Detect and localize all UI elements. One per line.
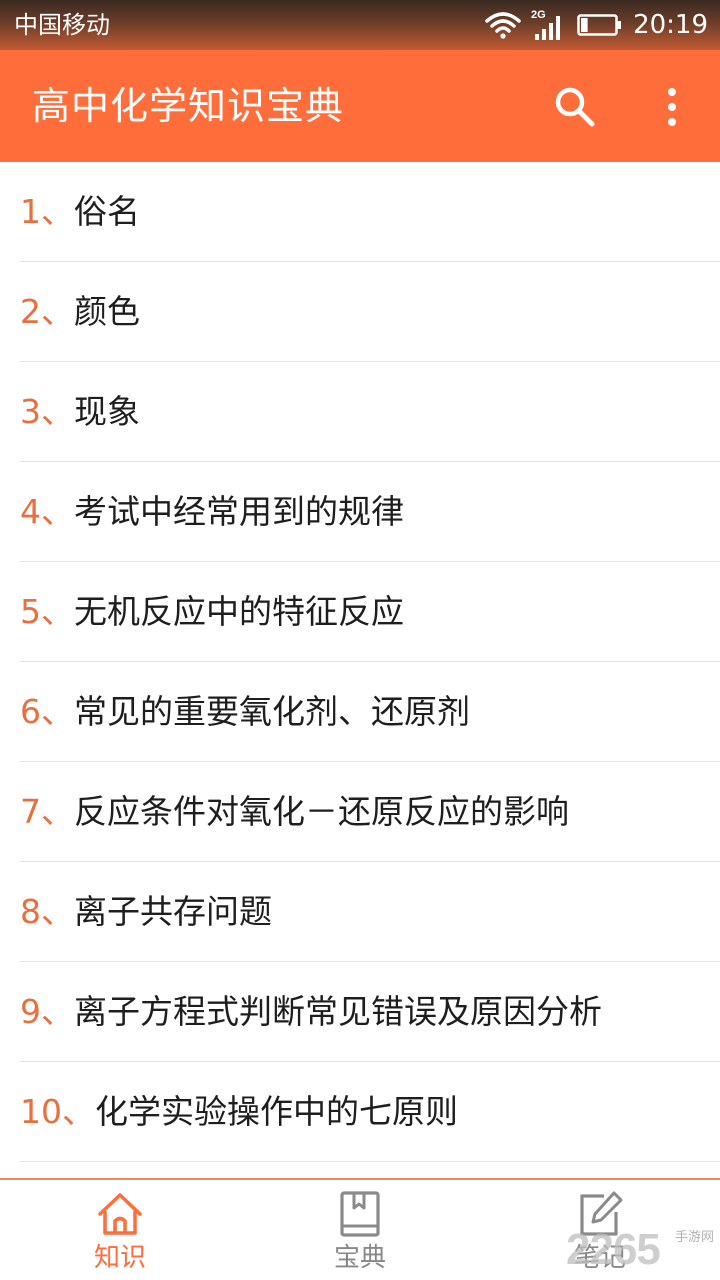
item-number: 9、: [20, 991, 74, 1031]
tab-knowledge-label: 知识: [93, 1243, 146, 1273]
item-number: 2、: [20, 291, 74, 331]
home-icon: [98, 1193, 142, 1235]
edit-note-icon: [580, 1191, 623, 1236]
carrier-name: 中国移动: [14, 11, 110, 39]
tab-treasury[interactable]: 宝典: [240, 1180, 480, 1280]
wifi-icon: [485, 12, 521, 39]
network-type-label: 2G: [531, 9, 546, 21]
list-item-9[interactable]: 9、 离子方程式判断常见错误及原因分析: [20, 962, 720, 1062]
item-title: 离子共存问题: [74, 891, 272, 931]
item-number: 3、: [20, 391, 74, 431]
app-bar: 高中化学知识宝典: [0, 50, 720, 162]
list-item-10[interactable]: 10、 化学实验操作中的七原则: [20, 1062, 720, 1162]
list-item-4[interactable]: 4、 考试中经常用到的规律: [20, 462, 720, 562]
item-number: 5、: [20, 591, 74, 631]
tab-knowledge[interactable]: 知识: [0, 1180, 240, 1280]
status-icons: 2G 20:19: [485, 6, 708, 44]
book-icon: [340, 1191, 380, 1237]
more-options-button[interactable]: [654, 84, 690, 130]
search-icon: [555, 87, 595, 127]
item-number: 4、: [20, 491, 74, 531]
signal-icon: 2G: [531, 9, 561, 40]
item-number: 8、: [20, 891, 74, 931]
item-title: 化学实验操作中的七原则: [95, 1091, 458, 1131]
tab-notes-label: 笔记: [573, 1243, 626, 1273]
list-item-8[interactable]: 8、 离子共存问题: [20, 862, 720, 962]
item-number: 1、: [20, 191, 74, 231]
item-title: 反应条件对氧化－还原反应的影响: [74, 791, 569, 831]
item-title: 俗名: [74, 191, 140, 231]
tab-notes[interactable]: 笔记: [480, 1180, 720, 1280]
list-item-3[interactable]: 3、 现象: [20, 362, 720, 462]
item-title: 考试中经常用到的规律: [74, 491, 404, 531]
clock: 20:19: [633, 10, 708, 40]
item-number: 6、: [20, 691, 74, 731]
item-title: 颜色: [74, 291, 140, 331]
bottom-nav: 知识 宝典 笔记: [0, 1178, 720, 1280]
item-number: 10、: [20, 1091, 95, 1131]
item-title: 常见的重要氧化剂、还原剂: [74, 691, 470, 731]
status-bar: 中国移动 2G 20:19: [0, 0, 720, 50]
item-title: 离子方程式判断常见错误及原因分析: [74, 991, 602, 1031]
tab-treasury-label: 宝典: [333, 1243, 386, 1273]
screen: 中国移动 2G 20:19 高中化学知识宝典 1、 俗名 2、 颜色 3、 现象…: [0, 0, 720, 1280]
item-number: 7、: [20, 791, 74, 831]
list-item-2[interactable]: 2、 颜色: [20, 262, 720, 362]
list-item-7[interactable]: 7、 反应条件对氧化－还原反应的影响: [20, 762, 720, 862]
list-item-1[interactable]: 1、 俗名: [20, 162, 720, 262]
more-vert-icon: [668, 88, 676, 126]
item-title: 现象: [74, 391, 140, 431]
app-title: 高中化学知识宝典: [32, 84, 345, 128]
list-item-5[interactable]: 5、 无机反应中的特征反应: [20, 562, 720, 662]
topic-list: 1、 俗名 2、 颜色 3、 现象 4、 考试中经常用到的规律 5、 无机反应中的特征反应…: [0, 162, 720, 1162]
item-title: 无机反应中的特征反应: [74, 591, 404, 631]
battery-icon: [577, 14, 622, 36]
search-button[interactable]: [552, 84, 598, 130]
list-item-6[interactable]: 6、 常见的重要氧化剂、还原剂: [20, 662, 720, 762]
